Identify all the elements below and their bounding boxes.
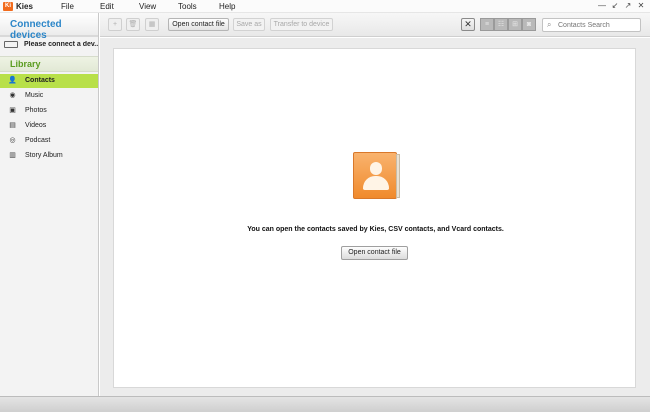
save-as-button[interactable]: Save as bbox=[233, 18, 265, 31]
search-icon: ⌕ bbox=[547, 20, 552, 29]
toolbar: + 🗑 ▦ Open contact file Save as Transfer… bbox=[100, 13, 650, 37]
contacts-book-icon bbox=[353, 152, 400, 199]
close-view-icon[interactable]: ✕ bbox=[461, 18, 475, 31]
contacts-icon: 👤 bbox=[8, 77, 17, 84]
person-body bbox=[363, 176, 389, 190]
sidebar-item-label: Videos bbox=[25, 122, 47, 129]
grid-view-icon[interactable]: ⊞ bbox=[508, 18, 522, 31]
videos-icon: ▤ bbox=[9, 122, 16, 129]
grid-icon[interactable]: ▦ bbox=[145, 18, 159, 31]
open-contact-file-main-button[interactable]: Open contact file bbox=[341, 246, 408, 260]
sidebar-item-music[interactable]: ◉ Music bbox=[0, 89, 98, 103]
sidebar-item-label: Contacts bbox=[25, 77, 55, 84]
person-head bbox=[370, 162, 382, 175]
sidebar-item-label: Story Album bbox=[25, 152, 63, 159]
connected-devices-header: Connected devices bbox=[0, 13, 98, 41]
close-icon[interactable]: ✕ bbox=[636, 1, 646, 10]
music-icon: ◉ bbox=[9, 92, 16, 99]
photos-icon: ▣ bbox=[9, 107, 16, 114]
sidebar-item-videos[interactable]: ▤ Videos bbox=[0, 119, 98, 133]
device-icon bbox=[4, 41, 18, 48]
sidebar: Connected devices Please connect a dev..… bbox=[0, 13, 99, 396]
device-row[interactable]: Please connect a dev... bbox=[0, 39, 98, 51]
menu-edit[interactable]: Edit bbox=[100, 2, 114, 11]
contacts-search[interactable]: ⌕ bbox=[542, 18, 641, 32]
library-header: Library bbox=[0, 56, 98, 72]
restore-icon[interactable]: ↙ bbox=[610, 1, 620, 10]
sidebar-item-story-album[interactable]: ▥ Story Album bbox=[0, 149, 98, 163]
sidebar-item-podcast[interactable]: ◎ Podcast bbox=[0, 134, 98, 148]
sidebar-item-contacts[interactable]: 👤 Contacts bbox=[0, 74, 98, 88]
status-bar bbox=[0, 396, 650, 412]
transfer-to-device-button[interactable]: Transfer to device bbox=[270, 18, 333, 31]
sidebar-item-label: Photos bbox=[25, 107, 47, 114]
podcast-icon: ◎ bbox=[9, 137, 16, 144]
add-contact-icon[interactable]: + bbox=[108, 18, 122, 31]
app-name: Kies bbox=[16, 2, 33, 11]
empty-state-message: You can open the contacts saved by Kies,… bbox=[247, 226, 504, 233]
delete-icon[interactable]: 🗑 bbox=[126, 18, 140, 31]
menu-file[interactable]: File bbox=[61, 2, 74, 11]
main-area: You can open the contacts saved by Kies,… bbox=[100, 38, 650, 396]
detail-view-icon[interactable]: ☷ bbox=[494, 18, 508, 31]
kies-logo-icon: Ki bbox=[3, 2, 13, 11]
list-view-icon[interactable]: ≡ bbox=[480, 18, 494, 31]
sidebar-item-label: Music bbox=[25, 92, 44, 99]
menu-tools[interactable]: Tools bbox=[178, 2, 197, 11]
sidebar-item-photos[interactable]: ▣ Photos bbox=[0, 104, 98, 118]
minimize-icon[interactable]: — bbox=[597, 1, 607, 10]
connected-devices-title: Connected devices bbox=[10, 19, 62, 41]
sidebar-item-label: Podcast bbox=[25, 137, 51, 144]
menu-view[interactable]: View bbox=[139, 2, 156, 11]
card-view-icon[interactable]: ◙ bbox=[522, 18, 536, 31]
story-album-icon: ▥ bbox=[9, 152, 16, 159]
content-panel: You can open the contacts saved by Kies,… bbox=[113, 48, 636, 388]
library-title: Library bbox=[10, 59, 41, 69]
search-input[interactable] bbox=[558, 20, 638, 30]
title-bar: Ki Kies File Edit View Tools Help — ↙ ↗ … bbox=[0, 0, 650, 13]
open-contact-file-button[interactable]: Open contact file bbox=[168, 18, 229, 31]
device-label: Please connect a dev... bbox=[24, 41, 98, 48]
book-spine bbox=[396, 154, 400, 198]
menu-help[interactable]: Help bbox=[219, 2, 235, 11]
maximize-icon[interactable]: ↗ bbox=[623, 1, 633, 10]
